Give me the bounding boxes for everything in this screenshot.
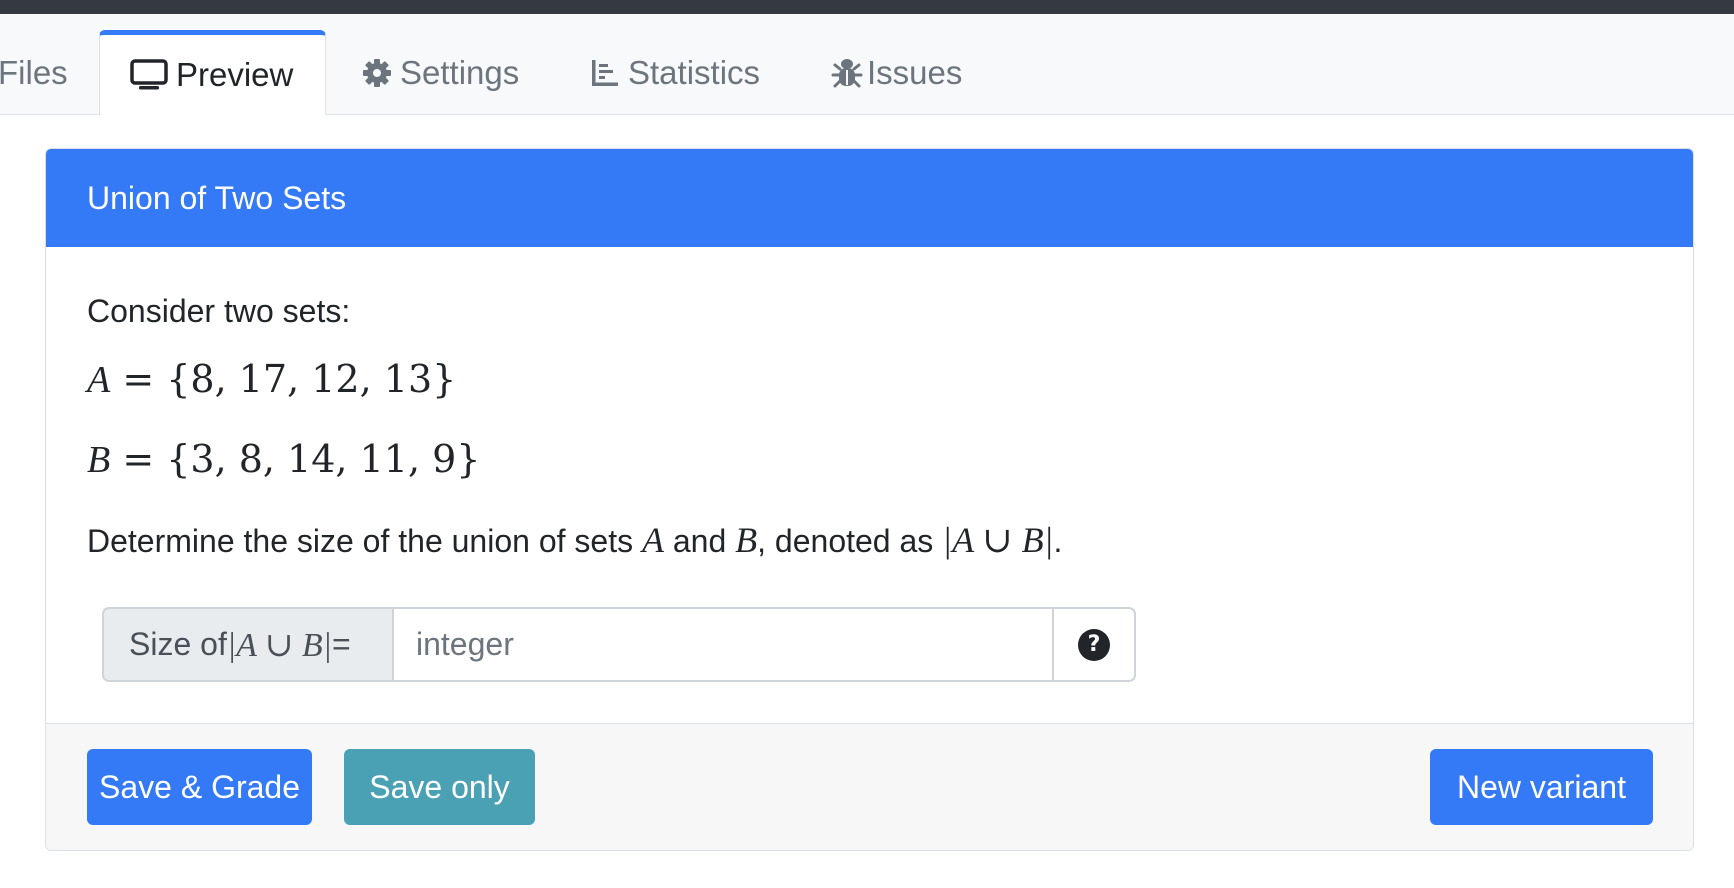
question-card: Union of Two Sets Consider two sets: A =… — [45, 148, 1694, 851]
tab-statistics-label: Statistics — [628, 53, 761, 91]
new-variant-button[interactable]: New variant — [1430, 749, 1653, 825]
tab-statistics[interactable]: Statistics — [590, 30, 760, 115]
save-grade-button[interactable]: Save & Grade — [87, 749, 312, 825]
set-b-values: {3, 8, 14, 11, 9} — [166, 437, 481, 481]
tab-files[interactable]: Files — [0, 30, 68, 115]
tab-settings-label: Settings — [400, 53, 520, 91]
set-b-name: B — [87, 439, 111, 481]
set-a-name: A — [87, 359, 111, 401]
help-button[interactable]: ? — [1052, 607, 1136, 682]
prompt-set-b: B — [735, 520, 758, 560]
tab-issues[interactable]: Issues — [831, 30, 962, 115]
answer-input-group: Size of|A ∪ B|= ? — [102, 607, 1136, 682]
answer-union-expr: |A ∪ B| — [226, 626, 332, 664]
save-only-button[interactable]: Save only — [344, 749, 535, 825]
question-title: Union of Two Sets — [46, 149, 1693, 247]
prompt-set-a: A — [641, 520, 664, 560]
answer-input[interactable] — [392, 607, 1052, 682]
tab-files-label: Files — [0, 53, 68, 91]
prompt-text-4: . — [1053, 523, 1063, 559]
tab-preview-label: Preview — [176, 56, 294, 93]
tab-strip: Files Preview Settings Statistics Issues — [0, 14, 1734, 116]
tab-preview[interactable]: Preview — [99, 30, 327, 116]
prompt-text-3: , denoted as — [757, 523, 943, 559]
answer-equals: = — [331, 626, 351, 662]
answer-prepend-label: Size of |A ∪ B| = — [102, 607, 392, 682]
prompt-union-expr: |A ∪ B| — [942, 520, 1054, 560]
gear-icon — [362, 58, 392, 88]
question-body: Consider two sets: A = {8, 17, 12, 13} B… — [46, 247, 1693, 725]
prompt-text-2: and — [663, 523, 736, 559]
intro-text: Consider two sets: — [87, 293, 351, 329]
tab-settings[interactable]: Settings — [362, 30, 519, 115]
set-a-values: {8, 17, 12, 13} — [166, 357, 457, 401]
set-a-equation: A = {8, 17, 12, 13} — [87, 357, 457, 401]
tab-issues-label: Issues — [867, 53, 963, 91]
chart-icon — [590, 58, 620, 88]
set-b-equation: B = {3, 8, 14, 11, 9} — [87, 437, 481, 481]
prompt-text-1: Determine the size of the union of sets — [87, 523, 642, 559]
monitor-icon — [130, 59, 168, 91]
bug-icon — [831, 57, 863, 89]
answer-prepend-text: Size of — [129, 626, 227, 662]
question-prompt: Determine the size of the union of sets … — [87, 519, 1062, 561]
question-mark-icon: ? — [1078, 628, 1110, 661]
top-navbar — [0, 0, 1734, 14]
card-footer: Save & Grade Save only New variant — [46, 723, 1693, 850]
